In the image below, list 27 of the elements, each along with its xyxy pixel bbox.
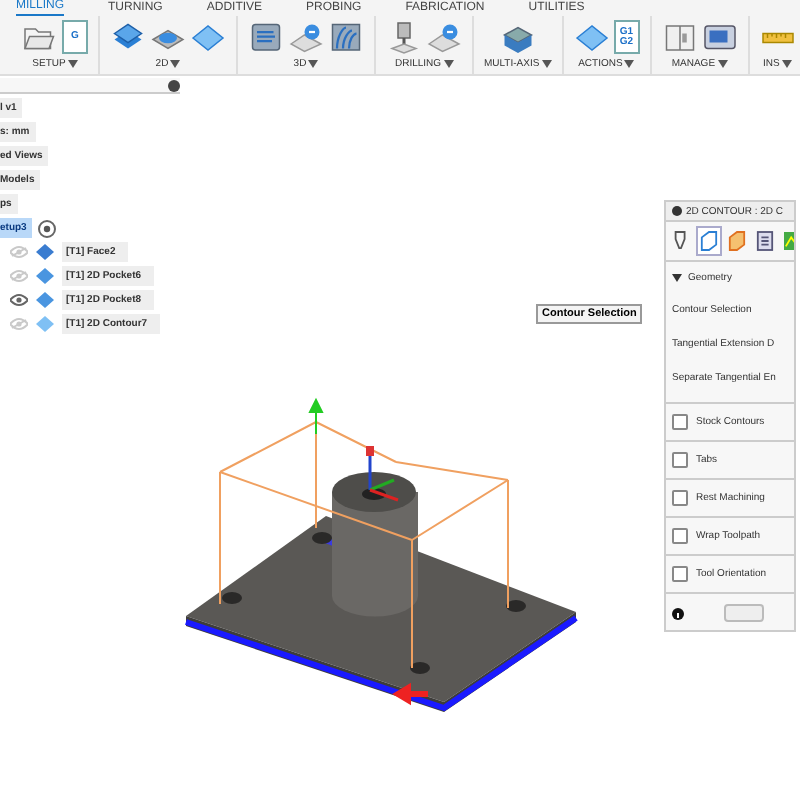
caret-icon	[67, 60, 78, 68]
checkbox[interactable]	[672, 490, 688, 506]
machine-icon[interactable]	[701, 19, 738, 55]
target-icon[interactable]	[38, 219, 57, 237]
list-icon	[756, 230, 774, 252]
info-icon[interactable]	[672, 607, 684, 619]
checkbox[interactable]	[672, 452, 688, 468]
dialog-tab[interactable]	[696, 226, 722, 256]
checkbox[interactable]	[672, 566, 688, 582]
caret-icon	[541, 60, 552, 68]
dialog-tab[interactable]	[752, 226, 778, 256]
caret-icon	[717, 60, 728, 68]
caret-icon	[781, 60, 792, 68]
cube-icon	[728, 230, 746, 252]
caret-icon	[308, 60, 319, 68]
dialog-tab[interactable]	[724, 226, 750, 256]
caret-icon	[170, 60, 181, 68]
caret-icon	[443, 60, 454, 68]
tool-icon	[672, 230, 690, 252]
checkbox[interactable]	[672, 414, 688, 430]
eye-icon[interactable]	[10, 294, 28, 306]
cabinet-icon[interactable]	[661, 19, 698, 55]
surface-icon[interactable]	[328, 19, 364, 55]
drill-icon[interactable]	[386, 19, 422, 55]
caret-icon	[624, 60, 635, 68]
cube-icon	[700, 230, 718, 252]
checkbox[interactable]	[672, 528, 688, 544]
